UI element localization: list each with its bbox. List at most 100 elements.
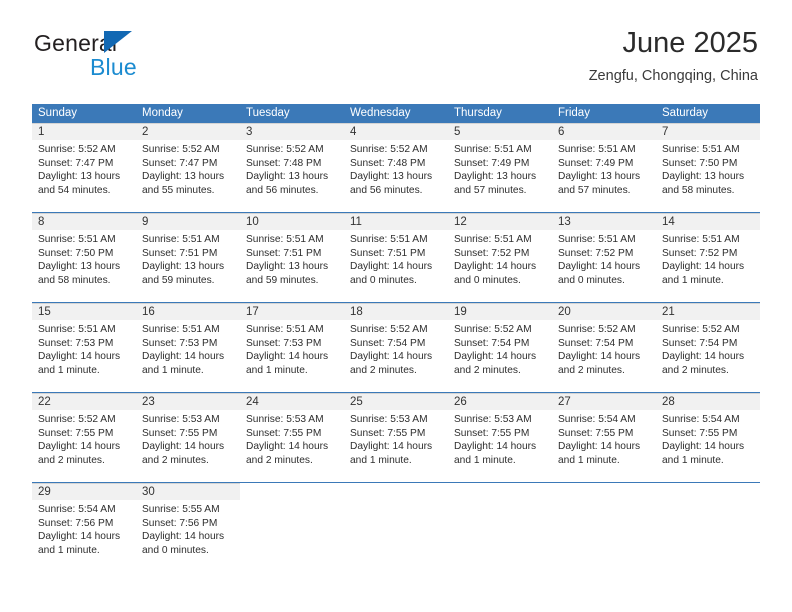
day-number-strip: 14: [656, 213, 760, 230]
day-cell[interactable]: 18 Sunrise: 5:52 AM Sunset: 7:54 PM Dayligh…: [344, 303, 448, 392]
day-cell[interactable]: 13 Sunrise: 5:51 AM Sunset: 7:52 PM Dayligh…: [552, 213, 656, 302]
day-cell[interactable]: 24 Sunrise: 5:53 AM Sunset: 7:55 PM Dayligh…: [240, 393, 344, 482]
day-number: 28: [662, 396, 675, 408]
daylight-text-line2: and 2 minutes.: [558, 364, 625, 376]
day-number-strip: 27: [552, 393, 656, 410]
day-cell[interactable]: 19 Sunrise: 5:52 AM Sunset: 7:54 PM Dayligh…: [448, 303, 552, 392]
day-cell[interactable]: 9 Sunrise: 5:51 AM Sunset: 7:51 PM Daylight…: [136, 213, 240, 302]
day-number: 26: [454, 396, 467, 408]
logo-text-blue: Blue: [90, 54, 137, 80]
daylight-text-line2: and 2 minutes.: [350, 364, 417, 376]
weekday-header-monday: Monday: [142, 107, 183, 119]
sunset-text: Sunset: 7:50 PM: [38, 247, 114, 259]
page-title: June 2025: [622, 27, 758, 59]
day-details: Sunrise: 5:51 AM Sunset: 7:50 PM Daylight:…: [32, 230, 136, 287]
day-cell-empty: [552, 483, 656, 573]
daylight-text-line1: Daylight: 14 hours: [454, 441, 537, 453]
daylight-text-line1: Daylight: 13 hours: [350, 171, 433, 183]
daylight-text-line2: and 58 minutes.: [662, 184, 735, 196]
day-cell[interactable]: 21 Sunrise: 5:52 AM Sunset: 7:54 PM Dayligh…: [656, 303, 760, 392]
day-cell[interactable]: 8 Sunrise: 5:51 AM Sunset: 7:50 PM Daylight…: [32, 213, 136, 302]
week-row: 29 Sunrise: 5:54 AM Sunset: 7:56 PM Dayligh…: [32, 483, 760, 573]
day-cell[interactable]: 7 Sunrise: 5:51 AM Sunset: 7:50 PM Daylight…: [656, 123, 760, 212]
day-cell[interactable]: 25 Sunrise: 5:53 AM Sunset: 7:55 PM Dayligh…: [344, 393, 448, 482]
sunrise-text: Sunrise: 5:51 AM: [142, 234, 220, 245]
day-cell[interactable]: 30 Sunrise: 5:55 AM Sunset: 7:56 PM Dayligh…: [136, 483, 240, 573]
day-cell[interactable]: 5 Sunrise: 5:51 AM Sunset: 7:49 PM Daylight…: [448, 123, 552, 212]
day-cell[interactable]: 2 Sunrise: 5:52 AM Sunset: 7:47 PM Daylight…: [136, 123, 240, 212]
day-number-strip: 7: [656, 123, 760, 140]
day-details: Sunrise: 5:52 AM Sunset: 7:48 PM Daylight:…: [344, 140, 448, 197]
day-cell[interactable]: 4 Sunrise: 5:52 AM Sunset: 7:48 PM Daylight…: [344, 123, 448, 212]
sunset-text: Sunset: 7:53 PM: [246, 337, 322, 349]
daylight-text-line1: Daylight: 14 hours: [350, 351, 433, 363]
general-blue-logo[interactable]: General Blue: [34, 30, 254, 86]
sunrise-text: Sunrise: 5:52 AM: [454, 324, 532, 335]
day-number: 21: [662, 306, 675, 318]
day-number-strip: 21: [656, 303, 760, 320]
sunrise-text: Sunrise: 5:55 AM: [142, 504, 220, 515]
daylight-text-line2: and 1 minute.: [558, 454, 620, 466]
day-number: 15: [38, 306, 51, 318]
sunset-text: Sunset: 7:55 PM: [558, 427, 634, 439]
day-details: Sunrise: 5:51 AM Sunset: 7:50 PM Daylight:…: [656, 140, 760, 197]
day-cell[interactable]: 6 Sunrise: 5:51 AM Sunset: 7:49 PM Daylight…: [552, 123, 656, 212]
daylight-text-line2: and 57 minutes.: [558, 184, 631, 196]
logo-triangle-icon: [104, 31, 132, 53]
day-cell[interactable]: 20 Sunrise: 5:52 AM Sunset: 7:54 PM Dayligh…: [552, 303, 656, 392]
sunset-text: Sunset: 7:51 PM: [350, 247, 426, 259]
daylight-text-line2: and 58 minutes.: [38, 274, 111, 286]
day-cell-empty: [240, 483, 344, 573]
daylight-text-line1: Daylight: 13 hours: [142, 261, 225, 273]
day-cell[interactable]: 16 Sunrise: 5:51 AM Sunset: 7:53 PM Dayligh…: [136, 303, 240, 392]
day-details: Sunrise: 5:51 AM Sunset: 7:52 PM Daylight:…: [552, 230, 656, 287]
daylight-text-line2: and 1 minute.: [350, 454, 412, 466]
sunset-text: Sunset: 7:51 PM: [246, 247, 322, 259]
day-number-strip: 30: [136, 483, 240, 500]
day-cell[interactable]: 11 Sunrise: 5:51 AM Sunset: 7:51 PM Dayligh…: [344, 213, 448, 302]
day-cell[interactable]: 12 Sunrise: 5:51 AM Sunset: 7:52 PM Dayligh…: [448, 213, 552, 302]
sunrise-text: Sunrise: 5:52 AM: [38, 414, 116, 425]
sunrise-text: Sunrise: 5:53 AM: [246, 414, 324, 425]
day-cell[interactable]: 27 Sunrise: 5:54 AM Sunset: 7:55 PM Dayligh…: [552, 393, 656, 482]
day-cell[interactable]: 3 Sunrise: 5:52 AM Sunset: 7:48 PM Daylight…: [240, 123, 344, 212]
daylight-text-line1: Daylight: 14 hours: [38, 441, 121, 453]
daylight-text-line2: and 2 minutes.: [246, 454, 313, 466]
day-cell[interactable]: 29 Sunrise: 5:54 AM Sunset: 7:56 PM Dayligh…: [32, 483, 136, 573]
day-number: 13: [558, 216, 571, 228]
sunrise-text: Sunrise: 5:51 AM: [246, 324, 324, 335]
daylight-text-line1: Daylight: 13 hours: [142, 171, 225, 183]
day-number-strip: 12: [448, 213, 552, 230]
day-cell[interactable]: 1 Sunrise: 5:52 AM Sunset: 7:47 PM Daylight…: [32, 123, 136, 212]
day-cell[interactable]: 22 Sunrise: 5:52 AM Sunset: 7:55 PM Dayligh…: [32, 393, 136, 482]
sunrise-text: Sunrise: 5:53 AM: [350, 414, 428, 425]
day-details: Sunrise: 5:52 AM Sunset: 7:47 PM Daylight:…: [136, 140, 240, 197]
day-cell[interactable]: 17 Sunrise: 5:51 AM Sunset: 7:53 PM Dayligh…: [240, 303, 344, 392]
sunset-text: Sunset: 7:54 PM: [558, 337, 634, 349]
sunrise-text: Sunrise: 5:52 AM: [246, 144, 324, 155]
day-cell[interactable]: 10 Sunrise: 5:51 AM Sunset: 7:51 PM Dayligh…: [240, 213, 344, 302]
sunset-text: Sunset: 7:54 PM: [350, 337, 426, 349]
day-number: 8: [38, 216, 45, 228]
title-block: June 2025 Zengfu, Chongqing, China: [589, 26, 758, 85]
day-details: Sunrise: 5:53 AM Sunset: 7:55 PM Daylight:…: [448, 410, 552, 467]
day-cell[interactable]: 23 Sunrise: 5:53 AM Sunset: 7:55 PM Dayligh…: [136, 393, 240, 482]
sunrise-text: Sunrise: 5:54 AM: [662, 414, 740, 425]
day-number-strip: 3: [240, 123, 344, 140]
day-number: 19: [454, 306, 467, 318]
day-cell-empty: [344, 483, 448, 573]
day-cell[interactable]: 28 Sunrise: 5:54 AM Sunset: 7:55 PM Dayligh…: [656, 393, 760, 482]
day-number: 29: [38, 486, 51, 498]
sunrise-text: Sunrise: 5:53 AM: [142, 414, 220, 425]
day-details: Sunrise: 5:51 AM Sunset: 7:53 PM Daylight:…: [136, 320, 240, 377]
calendar-page: General Blue June 2025 Zengfu, Chongqing…: [0, 0, 792, 612]
daylight-text-line2: and 59 minutes.: [142, 274, 215, 286]
daylight-text-line2: and 2 minutes.: [662, 364, 729, 376]
day-details: Sunrise: 5:51 AM Sunset: 7:53 PM Daylight:…: [32, 320, 136, 377]
day-cell[interactable]: 26 Sunrise: 5:53 AM Sunset: 7:55 PM Dayligh…: [448, 393, 552, 482]
daylight-text-line1: Daylight: 14 hours: [662, 351, 745, 363]
day-cell[interactable]: 15 Sunrise: 5:51 AM Sunset: 7:53 PM Dayligh…: [32, 303, 136, 392]
day-cell[interactable]: 14 Sunrise: 5:51 AM Sunset: 7:52 PM Dayligh…: [656, 213, 760, 302]
daylight-text-line1: Daylight: 14 hours: [662, 441, 745, 453]
day-number-strip: [344, 483, 448, 500]
